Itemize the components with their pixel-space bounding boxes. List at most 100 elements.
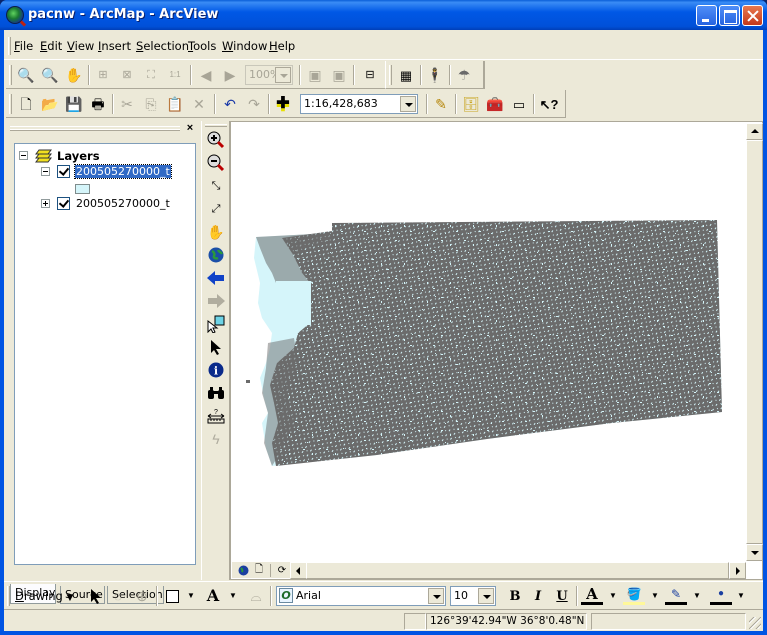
marker-color-icon[interactable]: ● — [710, 586, 732, 605]
select-features-icon[interactable] — [205, 314, 227, 334]
zoom-extent-icon[interactable]: ⛶ — [140, 65, 162, 85]
zoom-out-icon[interactable] — [205, 153, 227, 173]
measure-icon[interactable]: ? — [205, 406, 227, 426]
scroll-up-button[interactable] — [746, 123, 763, 140]
save-icon[interactable]: 💾 — [63, 94, 85, 114]
rotate-icon[interactable]: ◌ — [107, 586, 129, 606]
layer-item[interactable]: 200505270000_t — [19, 164, 189, 180]
underline-button[interactable]: U — [551, 586, 573, 606]
font-size-combo[interactable]: 10 — [450, 586, 496, 606]
zoom-in-icon[interactable] — [205, 130, 227, 150]
identify-icon[interactable]: i — [205, 360, 227, 380]
font-combo[interactable]: O Arial — [276, 586, 446, 606]
paste-icon[interactable]: 📋 — [164, 94, 186, 114]
zoom-fixed-out-icon[interactable]: ⊠ — [116, 65, 138, 85]
back-extent-icon[interactable]: ◀ — [195, 65, 217, 85]
menu-insert[interactable]: Insert — [98, 39, 131, 53]
layer-name[interactable]: 200505270000_t — [76, 197, 170, 210]
drawing-menu-button[interactable]: Drawing ▼ — [15, 589, 73, 603]
title-bar[interactable]: pacnw - ArcMap - ArcView — [0, 0, 767, 30]
scroll-left-button[interactable] — [290, 562, 307, 579]
focus-data-frame-icon[interactable]: ▣ — [328, 65, 350, 85]
menu-tools[interactable]: Tools — [188, 39, 216, 53]
change-layout-icon[interactable]: ⊟ — [359, 65, 381, 85]
minimize-button[interactable] — [696, 5, 717, 26]
redo-icon[interactable]: ↷ — [243, 94, 265, 114]
data-view-icon[interactable] — [235, 563, 251, 578]
open-icon[interactable]: 📂 — [39, 94, 61, 114]
chevron-down-icon[interactable] — [275, 67, 291, 83]
menu-window[interactable]: Window — [222, 39, 267, 53]
layout-view-icon[interactable]: 🗋 — [251, 563, 267, 578]
delete-icon[interactable]: ✕ — [188, 94, 210, 114]
layer-visibility-checkbox[interactable] — [57, 197, 70, 210]
chevron-down-icon[interactable]: ▼ — [644, 586, 666, 606]
layer-item[interactable]: 200505270000_t — [19, 196, 189, 212]
zoom-whole-page-icon[interactable]: ⊞ — [92, 65, 114, 85]
toggle-draft-icon[interactable]: ▣ — [304, 65, 326, 85]
print-icon[interactable]: 🖶 — [87, 94, 109, 114]
toolbar-grip[interactable] — [9, 94, 12, 114]
person-icon[interactable]: 🕴 — [424, 65, 446, 85]
toolbar-grip[interactable] — [389, 65, 392, 85]
go-forward-icon[interactable] — [205, 291, 227, 311]
resize-grip[interactable] — [749, 617, 761, 629]
chevron-down-icon[interactable]: ▼ — [602, 586, 624, 606]
scroll-down-button[interactable] — [746, 544, 763, 561]
refresh-icon[interactable]: ⟳ — [274, 563, 290, 578]
zoom-percent-combo[interactable]: 100% — [245, 65, 293, 85]
toc-drag-handle[interactable] — [10, 126, 180, 131]
new-icon[interactable]: 🗋 — [15, 94, 37, 114]
menu-selection[interactable]: Selection — [136, 39, 189, 53]
weather-icon[interactable]: ☂ — [453, 65, 475, 85]
chevron-down-icon[interactable] — [428, 588, 444, 604]
select-elements-icon[interactable] — [85, 586, 107, 606]
chevron-down-icon[interactable]: ▼ — [180, 586, 202, 606]
collapse-icon[interactable] — [41, 167, 50, 176]
fill-color-icon[interactable]: 🪣 — [623, 586, 645, 605]
go-back-icon[interactable] — [205, 268, 227, 288]
collapse-icon[interactable] — [19, 151, 28, 160]
zoom-out-page-icon[interactable]: 🔍 — [39, 65, 61, 85]
forward-extent-icon[interactable]: ▶ — [219, 65, 241, 85]
select-elements-icon[interactable] — [205, 337, 227, 357]
line-color-icon[interactable]: ✎ — [665, 586, 687, 605]
pan-icon[interactable]: ✋ — [205, 222, 227, 242]
copy-icon[interactable]: ⎘ — [140, 94, 162, 114]
fixed-zoom-out-icon[interactable]: ⤢ — [205, 199, 227, 219]
whats-this-icon[interactable]: ↖? — [538, 94, 560, 114]
pan-page-icon[interactable]: ✋ — [63, 65, 85, 85]
hyperlink-icon[interactable]: ϟ — [205, 429, 227, 449]
arctoolbox-icon[interactable]: 🧰 — [484, 94, 506, 114]
bold-button[interactable]: B — [504, 586, 526, 606]
chevron-down-icon[interactable] — [478, 588, 494, 604]
vertical-scroll-thumb[interactable] — [746, 140, 763, 544]
cut-icon[interactable]: ✂ — [116, 94, 138, 114]
maximize-button[interactable] — [719, 5, 740, 26]
layer-symbol-swatch[interactable] — [75, 184, 90, 194]
layer-visibility-checkbox[interactable] — [57, 165, 70, 178]
zoom-in-page-icon[interactable]: 🔍 — [15, 65, 37, 85]
map-scale-combo[interactable]: 1:16,428,683 — [300, 94, 418, 114]
horizontal-scroll-thumb[interactable] — [306, 562, 729, 579]
zoom-to-elements-icon[interactable]: ⊕ — [131, 586, 153, 606]
font-color-icon[interactable]: A — [581, 586, 603, 605]
command-line-icon[interactable]: ▭ — [508, 94, 530, 114]
menu-file[interactable]: File — [14, 39, 33, 53]
italic-button[interactable]: I — [527, 586, 549, 606]
chevron-down-icon[interactable]: ▼ — [222, 586, 244, 606]
layer-name[interactable]: 200505270000_t — [74, 164, 172, 179]
arccatalog-icon[interactable]: 🗄 — [460, 94, 482, 114]
toolbar-grip[interactable] — [7, 586, 10, 606]
add-data-icon[interactable]: ✚ — [272, 94, 294, 114]
new-text-icon[interactable]: A — [202, 586, 224, 606]
find-icon[interactable] — [205, 383, 227, 403]
tree-root-layers[interactable]: Layers — [19, 148, 189, 164]
fixed-zoom-in-icon[interactable]: ⤡ — [205, 176, 227, 196]
editor-icon[interactable]: ✎ — [430, 94, 452, 114]
edit-vertices-icon[interactable]: ⌓ — [245, 586, 267, 606]
chevron-down-icon[interactable]: ▼ — [730, 586, 752, 606]
close-button[interactable] — [742, 5, 763, 26]
menu-grip[interactable] — [8, 37, 11, 55]
zoom-100-icon[interactable]: 1:1 — [164, 65, 186, 85]
